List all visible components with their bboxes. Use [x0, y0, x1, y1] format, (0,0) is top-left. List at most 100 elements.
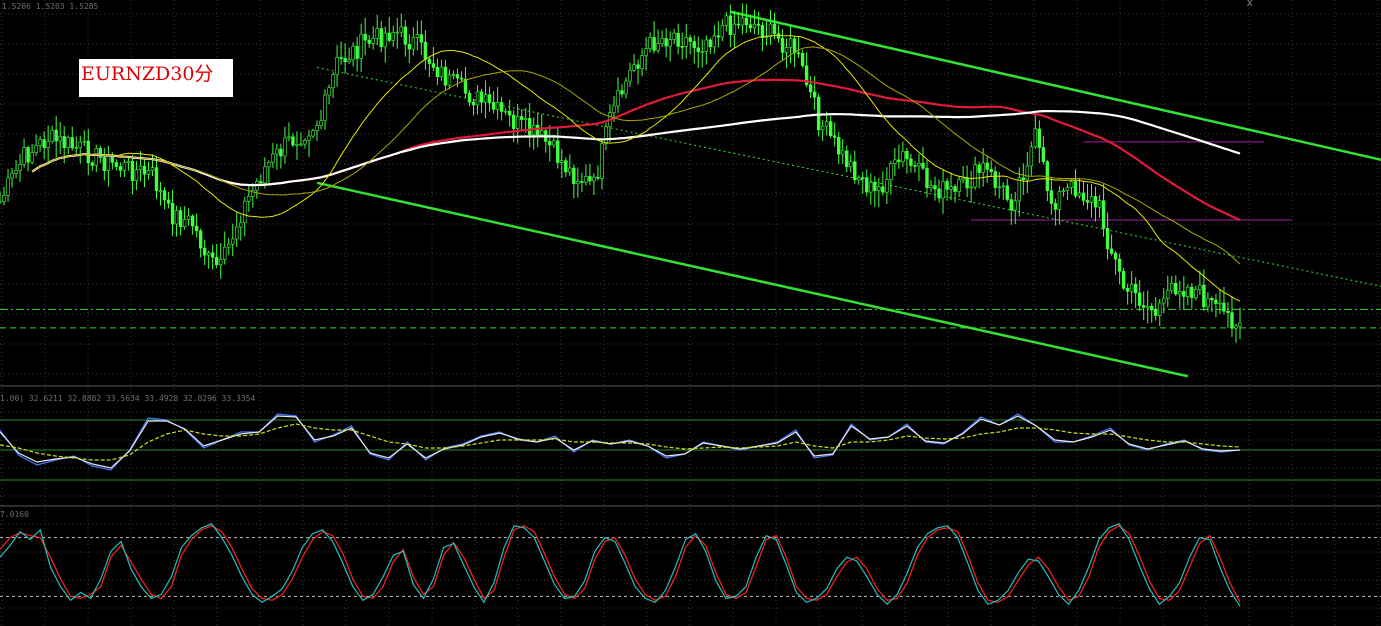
candle-body — [1097, 200, 1102, 208]
candle-body — [580, 181, 584, 183]
candle-body — [788, 38, 793, 48]
candle-body — [1101, 200, 1106, 229]
candle-body — [158, 190, 163, 192]
candle-body — [395, 31, 399, 34]
candle-body — [471, 101, 476, 106]
candle-body — [885, 179, 889, 193]
candle-body — [210, 252, 215, 258]
candle-body — [808, 84, 813, 93]
candle-body — [812, 91, 817, 98]
candle-body — [86, 140, 90, 164]
candle-body — [247, 196, 251, 202]
candle-body — [929, 185, 933, 189]
candle-body — [832, 135, 837, 138]
candle-body — [752, 23, 757, 29]
candle-body — [54, 129, 58, 142]
candle-body — [1214, 299, 1218, 304]
candle-body — [299, 143, 303, 146]
candle-body — [335, 57, 339, 75]
candle-body — [853, 161, 857, 181]
candle-body — [459, 77, 464, 80]
candle-body — [10, 173, 14, 179]
candle-body — [688, 37, 692, 42]
candle-body — [596, 176, 600, 179]
candle-body — [174, 210, 179, 225]
candle-body — [190, 215, 195, 227]
candle-body — [243, 200, 247, 224]
candle-body — [1077, 192, 1082, 197]
candle-body — [142, 165, 147, 175]
candle-body — [447, 74, 452, 86]
candle-body — [138, 165, 143, 171]
close-icon[interactable]: x — [1246, 0, 1253, 9]
candle-body — [1013, 200, 1017, 211]
candle-body — [327, 87, 331, 96]
candle-body — [588, 176, 592, 182]
candle-body — [1081, 192, 1086, 201]
candle-body — [1025, 165, 1030, 181]
candle-body — [704, 39, 708, 52]
candle-body — [62, 136, 66, 148]
candle-body — [38, 139, 42, 146]
candle-body — [178, 210, 183, 228]
candle-body — [1190, 286, 1194, 298]
candle-body — [106, 155, 111, 171]
candle-body — [933, 185, 937, 190]
candle-body — [680, 46, 684, 48]
candle-body — [118, 166, 123, 171]
candle-body — [708, 39, 712, 48]
candle-body — [969, 186, 973, 189]
candle-body — [271, 153, 275, 163]
candle-body — [1133, 283, 1138, 294]
candle-body — [339, 57, 343, 59]
candle-body — [1178, 291, 1182, 295]
candle-body — [897, 159, 901, 163]
candle-body — [816, 96, 821, 131]
indicator2-info-text: 7.0160 — [0, 510, 29, 519]
candle-body — [186, 215, 191, 220]
candle-body — [214, 256, 219, 266]
candle-body — [901, 150, 905, 163]
candle-body — [194, 225, 199, 232]
candle-body — [941, 181, 945, 199]
candle-body — [78, 141, 82, 148]
candle-body — [712, 35, 717, 48]
candle-body — [696, 47, 700, 52]
candle-body — [977, 164, 981, 173]
candle-body — [239, 222, 243, 228]
candle-body — [889, 163, 893, 180]
candle-body — [1150, 305, 1154, 311]
candle-body — [796, 52, 801, 55]
candle-body — [58, 136, 62, 142]
candle-body — [772, 23, 777, 34]
candle-body — [50, 129, 54, 143]
candle-body — [760, 25, 765, 38]
candle-body — [491, 101, 496, 110]
candle-body — [1041, 147, 1046, 162]
candle-body — [387, 32, 391, 41]
candle-body — [660, 38, 664, 44]
candle-body — [347, 59, 351, 63]
candle-body — [355, 45, 359, 59]
candle-body — [676, 32, 680, 47]
candle-body — [423, 41, 428, 60]
candle-body — [479, 91, 484, 103]
candle-body — [206, 252, 211, 256]
candle-body — [877, 186, 881, 191]
candle-body — [231, 238, 235, 245]
candle-body — [351, 45, 355, 61]
candle-body — [407, 44, 412, 50]
candle-body — [937, 188, 941, 199]
candle-body — [507, 110, 512, 116]
candle-body — [1238, 322, 1242, 327]
candle-body — [1166, 290, 1170, 299]
candle-body — [568, 167, 572, 173]
candle-body — [399, 26, 403, 33]
candle-body — [42, 139, 46, 148]
candle-body — [973, 164, 977, 188]
candle-body — [909, 158, 913, 166]
candle-body — [34, 145, 38, 153]
candle-body — [820, 125, 825, 131]
candle-body — [668, 39, 672, 47]
candle-body — [993, 171, 997, 188]
